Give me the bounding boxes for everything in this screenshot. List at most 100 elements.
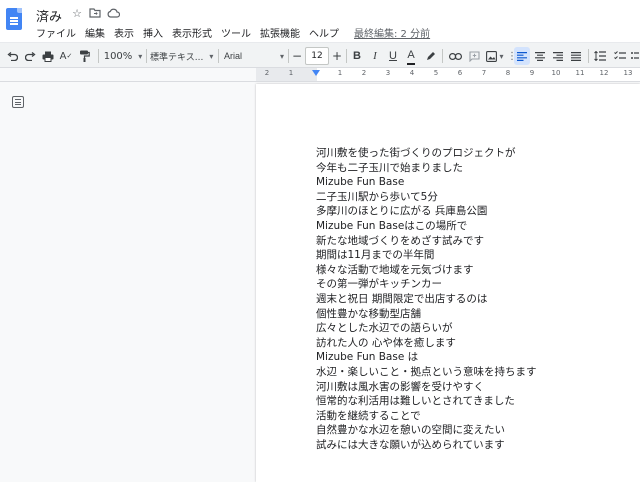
ruler-number: 9 <box>529 69 535 77</box>
document-line: Mizube Fun Baseはこの場所で <box>316 219 468 232</box>
chevron-down-icon: ▾ <box>280 51 285 61</box>
zoom-select[interactable]: 100% ▾ <box>103 43 143 69</box>
ruler-number: 3 <box>385 69 391 77</box>
document-line: 期間は11月までの半年間 <box>316 249 435 262</box>
document-line: 自然豊かな水辺を憩いの空間に変えたい <box>316 424 505 437</box>
text-color-label: A <box>407 48 415 61</box>
document-body[interactable]: 河川敷を使った街づくりのプロジェクトが 今年も二子玉川で始まりました Mizub… <box>316 146 537 452</box>
ruler-number: 8 <box>505 69 511 77</box>
chevron-down-icon: ▾ <box>499 51 504 61</box>
ruler-number: 5 <box>433 69 439 77</box>
toolbar-divider <box>442 49 443 63</box>
spellcheck-icon[interactable]: A ✓ <box>58 43 74 69</box>
ruler-number: 4 <box>409 69 415 77</box>
font-select[interactable]: Arial ▾ <box>224 43 288 69</box>
docs-logo-icon[interactable] <box>6 8 22 30</box>
menu-help[interactable]: ヘルプ <box>309 25 339 40</box>
document-line: Mizube Fun Base <box>316 176 405 189</box>
document-outline-icon[interactable] <box>12 96 24 108</box>
document-line: その第一弾がキッチンカー <box>316 278 442 291</box>
bulleted-list-icon[interactable] <box>630 43 640 69</box>
menu-edit[interactable]: 編集 <box>85 25 105 40</box>
menu-view[interactable]: 表示 <box>114 25 134 40</box>
document-line: 訪れた人の 心や体を癒します <box>316 336 456 349</box>
toolbar-divider <box>588 49 589 63</box>
chevron-down-icon: ▾ <box>209 51 214 61</box>
ruler-number: 7 <box>481 69 487 77</box>
ruler-number: 1 <box>288 69 294 77</box>
ruler-number: 2 <box>264 69 270 77</box>
align-right-button[interactable] <box>550 43 566 69</box>
line-spacing-icon[interactable] <box>592 43 608 69</box>
paragraph-style-value: 標準テキス... <box>150 52 204 63</box>
highlight-color-icon[interactable] <box>422 43 438 69</box>
toolbar-divider <box>98 49 99 63</box>
document-line: 多摩川のほとりに広がる 兵庫島公園 <box>316 205 488 218</box>
document-line: 河川敷を使った街づくりのプロジェクトが <box>316 147 516 159</box>
undo-icon[interactable] <box>4 43 20 69</box>
docs-app: 済み ☆ ファイル 編集 表示 挿入 表示形式 ツール 拡張機能 ヘルプ 最終編… <box>0 0 640 482</box>
underline-button[interactable]: U <box>386 43 400 69</box>
ruler-number: 10 <box>551 69 561 77</box>
document-line: 新たな地域づくりをめざす試みです <box>316 234 484 247</box>
insert-comment-icon[interactable] <box>466 43 482 69</box>
text-color-button[interactable]: A <box>404 43 418 69</box>
document-line: 様々な活動で地域を元気づけます <box>316 263 474 276</box>
decrease-font-size-button[interactable]: − <box>291 43 303 69</box>
align-center-button[interactable] <box>532 43 548 69</box>
ruler-number: 1 <box>337 69 343 77</box>
document-title[interactable]: 済み <box>36 6 62 25</box>
checklist-icon[interactable] <box>612 43 628 69</box>
ruler-indent-marker[interactable] <box>312 70 320 76</box>
document-line: 広々とした水辺での語らいが <box>316 322 453 335</box>
ruler-number: 6 <box>457 69 463 77</box>
increase-font-size-button[interactable]: + <box>331 43 343 69</box>
zoom-value: 100% <box>103 50 133 62</box>
toolbar-divider <box>218 49 219 63</box>
document-line: 恒常的な利活用は難しいとされてきました <box>316 395 515 408</box>
document-line: 水辺・楽しいこと・拠点という意味を持ちます <box>316 365 537 378</box>
document-line: 週末と祝日 期間限定で出店するのは <box>316 292 488 305</box>
document-line: Mizube Fun Base は <box>316 351 419 364</box>
insert-image-icon[interactable]: ▾ <box>484 43 506 69</box>
document-line: 今年も二子玉川で始まりました <box>316 161 463 174</box>
toolbar-divider <box>346 49 347 63</box>
menu-extensions[interactable]: 拡張機能 <box>260 25 300 40</box>
insert-link-icon[interactable] <box>447 43 463 69</box>
menu-format[interactable]: 表示形式 <box>172 25 212 40</box>
ruler-number: 12 <box>599 69 609 77</box>
paint-format-icon[interactable] <box>76 43 92 69</box>
document-line: 河川敷は風水害の影響を受けやすく <box>316 380 484 393</box>
menu-tools[interactable]: ツール <box>221 25 251 40</box>
move-folder-icon[interactable] <box>88 6 102 20</box>
align-justify-button[interactable] <box>568 43 584 69</box>
ruler[interactable]: 2 1 1 2 3 4 5 6 7 8 9 10 11 12 13 <box>0 68 640 82</box>
cloud-status-icon[interactable] <box>106 6 120 20</box>
document-line: 試みには大きな願いが込められています <box>316 438 505 451</box>
star-icon[interactable]: ☆ <box>70 6 84 20</box>
last-edit-link[interactable]: 最終編集: 2 分前 <box>354 25 430 40</box>
italic-button[interactable]: I <box>368 43 382 69</box>
document-line: 活動を継続することで <box>316 409 421 422</box>
document-page[interactable]: 河川敷を使った街づくりのプロジェクトが 今年も二子玉川で始まりました Mizub… <box>256 84 640 482</box>
document-line: 個性豊かな移動型店舗 <box>316 307 421 320</box>
font-size-input[interactable]: 12 <box>305 47 329 65</box>
chevron-down-icon: ▾ <box>138 51 143 61</box>
title-bar: 済み ☆ ファイル 編集 表示 挿入 表示形式 ツール 拡張機能 ヘルプ 最終編… <box>0 0 640 42</box>
print-icon[interactable] <box>40 43 56 69</box>
menu-insert[interactable]: 挿入 <box>143 25 163 40</box>
text-color-swatch <box>407 63 415 65</box>
document-line: 二子玉川駅から歩いて5分 <box>316 190 438 203</box>
paragraph-style-select[interactable]: 標準テキス... ▾ <box>150 43 216 69</box>
ruler-number: 13 <box>623 69 633 77</box>
font-value: Arial <box>224 51 243 61</box>
menu-file[interactable]: ファイル <box>36 25 76 40</box>
ruler-number: 11 <box>575 69 585 77</box>
redo-icon[interactable] <box>22 43 38 69</box>
bold-button[interactable]: B <box>350 43 364 69</box>
toolbar-divider <box>288 49 289 63</box>
align-left-button[interactable] <box>514 47 530 65</box>
menu-bar: ファイル 編集 表示 挿入 表示形式 ツール 拡張機能 ヘルプ 最終編集: 2 … <box>36 25 439 40</box>
toolbar: A ✓ 100% ▾ 標準テキス... ▾ Arial ▾ − 12 + B I U A <box>0 42 640 68</box>
toolbar-divider <box>146 49 147 63</box>
